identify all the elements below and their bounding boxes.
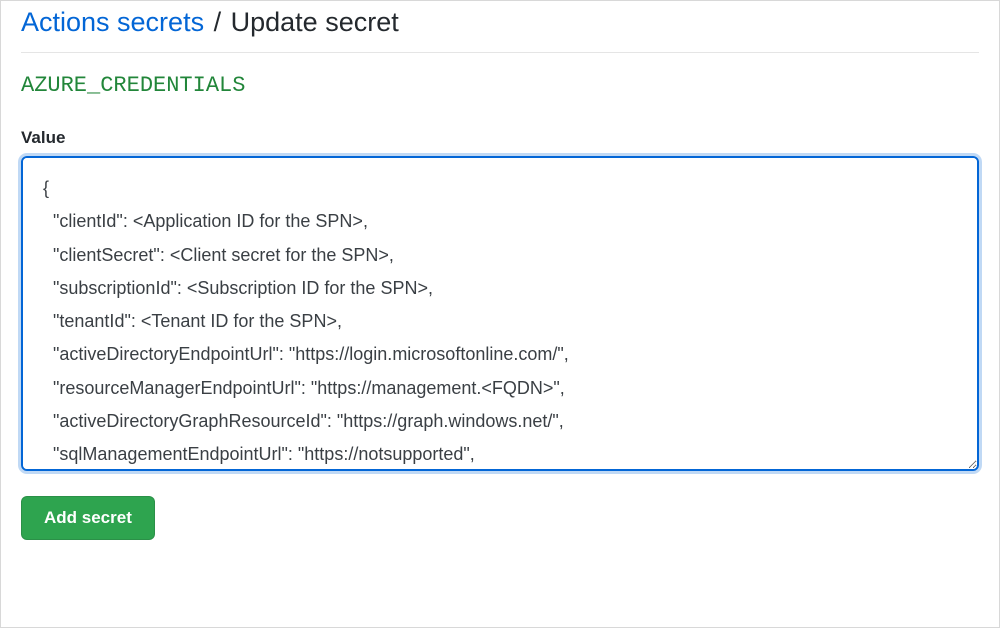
breadcrumb-separator: / bbox=[214, 7, 222, 37]
breadcrumb-current: Update secret bbox=[231, 7, 399, 37]
secret-name: AZURE_CREDENTIALS bbox=[21, 73, 979, 98]
value-label: Value bbox=[21, 128, 979, 148]
secret-value-input[interactable] bbox=[21, 156, 979, 471]
update-secret-page: Actions secrets / Update secret AZURE_CR… bbox=[1, 1, 999, 560]
breadcrumb-link-actions-secrets[interactable]: Actions secrets bbox=[21, 7, 204, 37]
breadcrumb: Actions secrets / Update secret bbox=[21, 7, 979, 53]
add-secret-button[interactable]: Add secret bbox=[21, 496, 155, 540]
